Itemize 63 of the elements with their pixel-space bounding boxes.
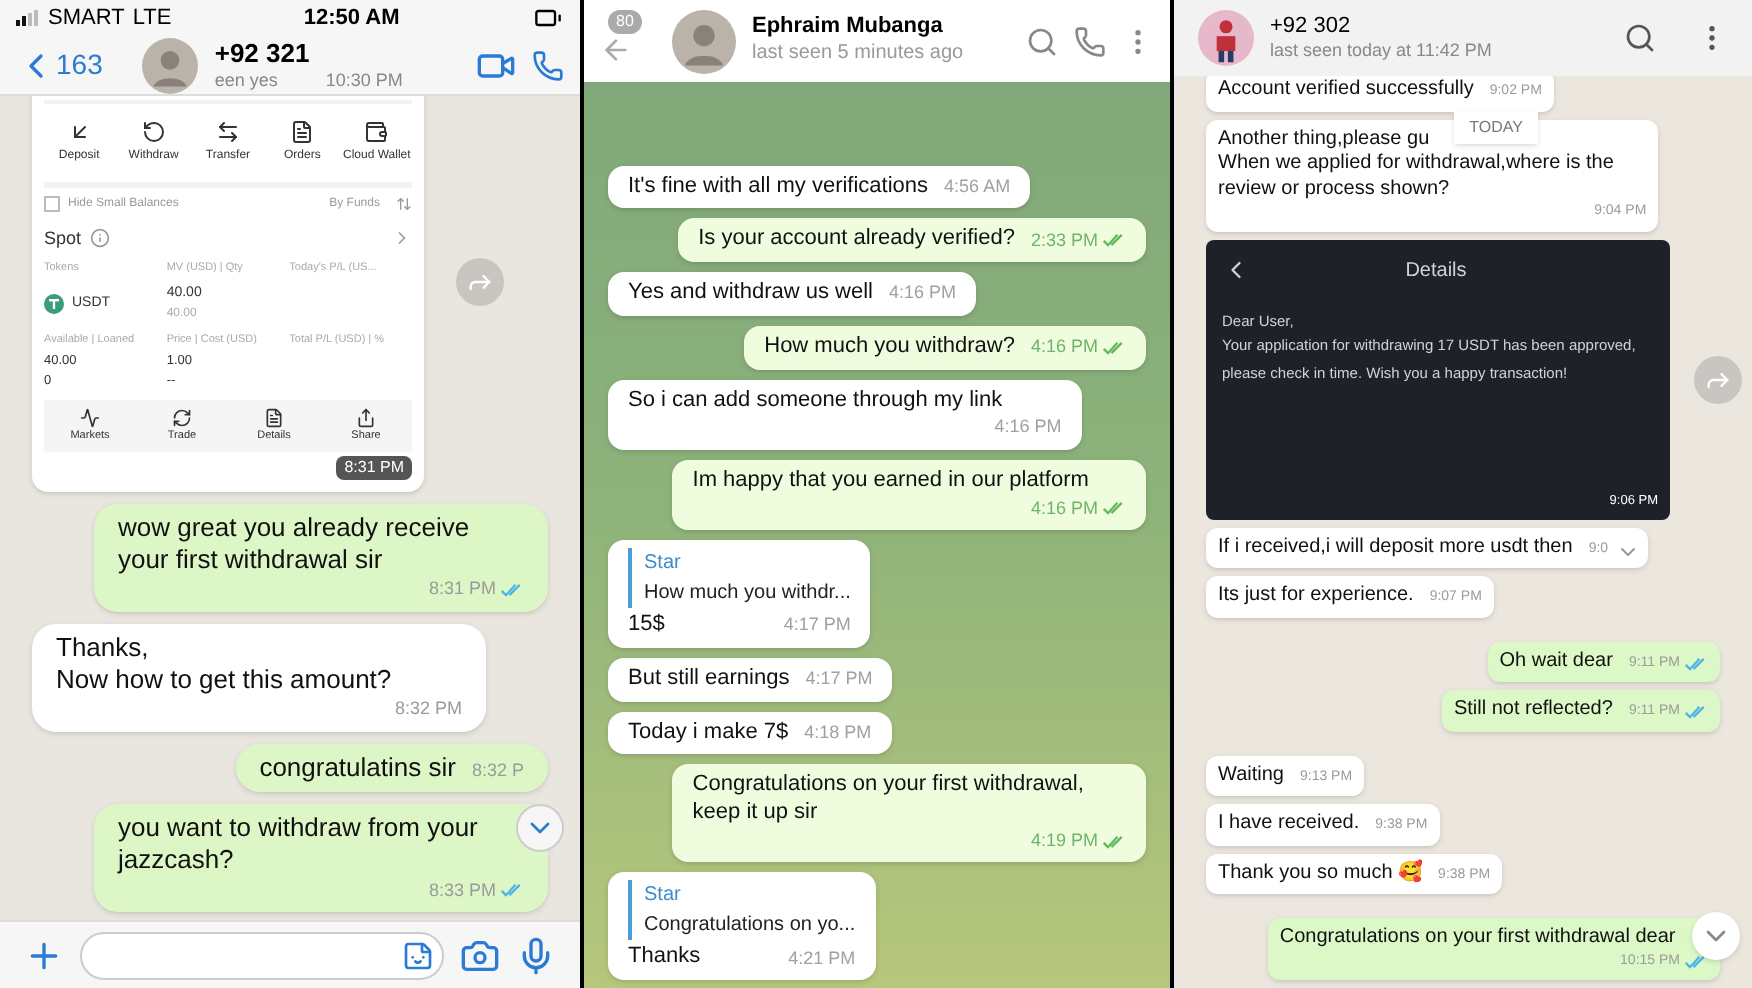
message-time: 8:31 PM — [428, 576, 496, 603]
message-time: 4:16 PM — [889, 280, 957, 307]
screen-title: Details — [1403, 257, 1469, 285]
section-title: Spot — [44, 225, 82, 252]
message-time: 4:18 PM — [804, 719, 872, 746]
contact-name[interactable]: +92 321 — [214, 37, 460, 70]
message-text: It's fine with all my verifications — [628, 173, 929, 201]
last-seen-time: 10:30 PM — [325, 70, 403, 93]
message-text: I have received. — [1218, 812, 1360, 837]
message-text: wow great you already receive your first withdrawal sir — [117, 511, 472, 577]
message-time: 4:17 PM — [783, 612, 851, 639]
message-text: When we applied for withdrawal,where is the review or process shown? — [1218, 152, 1616, 202]
message-text: Im happy that you earned in our platform — [692, 467, 1091, 495]
message-text: Its just for experience. — [1218, 584, 1414, 609]
quoted-message[interactable]: Star Congratulations on yo... — [628, 880, 856, 941]
message-text: Account verified successfully — [1218, 78, 1474, 103]
message-time: 4:19 PM — [1030, 827, 1098, 854]
unread-count-badge: 80 — [608, 9, 642, 33]
quote-text: How much you withdr... — [644, 580, 851, 608]
message-text: If i received,i will deposit more usdt then — [1218, 535, 1573, 560]
message-time: 4:56 AM — [944, 173, 1011, 200]
message-text: Today i make 7$ — [628, 719, 789, 747]
message-text: 15$ — [628, 612, 667, 640]
message-time: 4:16 PM — [1030, 334, 1098, 360]
network-type: LTE — [132, 3, 172, 34]
message-time: 8:32 PM — [395, 696, 463, 723]
message-text: How much you withdraw? — [764, 333, 1015, 361]
message-text: Yes and withdraw us well — [628, 280, 873, 308]
date-chip: TODAY — [1453, 111, 1539, 143]
message-time: 8:31 PM — [336, 455, 412, 480]
quote-author: Star — [644, 882, 683, 911]
message-time: 4:16 PM — [994, 414, 1062, 441]
last-seen-text: last seen today at 11:42 PM — [1270, 40, 1494, 63]
quoted-message[interactable]: Star How much you withdr... — [628, 548, 851, 608]
message-time: 8:32 P — [471, 757, 524, 783]
message-text: So i can add someone through my link — [628, 387, 1005, 415]
message-time: 4:21 PM — [788, 945, 856, 971]
message-text: you want to withdraw from your jazzcash? — [117, 812, 480, 877]
message-text: Still not reflected? — [1453, 698, 1613, 723]
message-text: Thank you so much 🥰 — [1218, 861, 1423, 886]
message-text: Oh wait dear — [1499, 649, 1613, 674]
message-time: 4:17 PM — [805, 666, 873, 692]
message-text: Thanks — [628, 944, 703, 972]
message-text: Is your account already verified? — [698, 226, 1015, 254]
message-text: Waiting — [1218, 763, 1284, 788]
contact-name[interactable]: +92 302 — [1270, 13, 1608, 41]
quote-text: Congratulations on yo... — [644, 912, 856, 941]
message-text: Congratulations on your first withdrawal, keep it up sir — [692, 772, 1086, 828]
quote-author: Star — [644, 550, 683, 578]
message-time: 4:16 PM — [1030, 495, 1098, 521]
message-text: Thanks, Now how to get this amount? — [56, 631, 394, 697]
carrier-name: SMART — [48, 3, 125, 34]
contact-name[interactable]: Ephraim Mubanga — [752, 14, 1010, 43]
message-text: Another thing,please gu — [1218, 127, 1430, 152]
last-seen-text: last seen 5 minutes ago — [752, 42, 966, 68]
clock: 12:50 AM — [303, 3, 400, 34]
back-button[interactable]: 163 — [16, 44, 103, 86]
last-seen-text: een yes — [214, 70, 278, 93]
message-time: 8:33 PM — [428, 877, 496, 903]
message-text: congratulatins sir — [259, 751, 456, 784]
message-time: 2:33 PM — [1030, 227, 1098, 253]
message-text: But still earnings — [628, 665, 790, 693]
message-text: Congratulations on your first withdrawal dear — [1279, 926, 1678, 951]
